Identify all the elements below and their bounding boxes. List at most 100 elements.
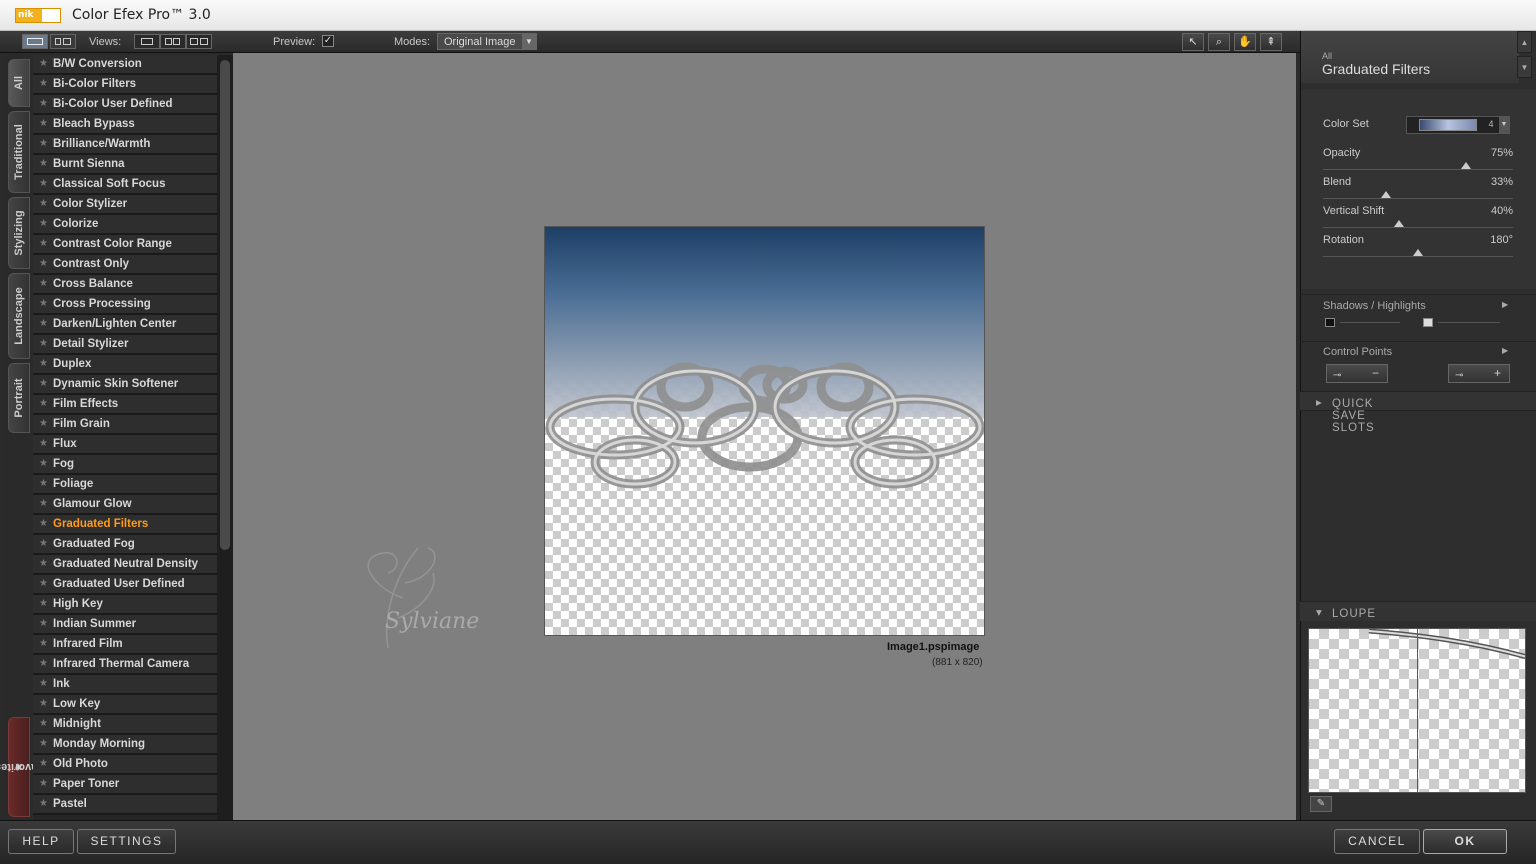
filter-item[interactable]: ★ Infrared Film <box>33 635 217 655</box>
favorite-star-icon[interactable]: ★ <box>39 515 48 533</box>
blend-slider[interactable] <box>1323 191 1513 199</box>
pointer-tool-icon[interactable]: ↖ <box>1182 33 1204 51</box>
tab-favorites[interactable]: ★ Favorites <box>0 717 43 817</box>
filter-item[interactable]: ★ Fog <box>33 455 217 475</box>
filter-item[interactable]: ★ B/W Conversion <box>33 55 217 75</box>
favorite-star-icon[interactable]: ★ <box>39 475 48 493</box>
slider-handle[interactable] <box>1380 191 1391 198</box>
add-control-point-button[interactable]: ⊸ + <box>1448 364 1510 383</box>
preview-checkbox[interactable]: ✓ <box>322 35 334 47</box>
filter-item[interactable]: ★ Ink <box>33 675 217 695</box>
favorite-star-icon[interactable]: ★ <box>39 335 48 353</box>
filter-item[interactable]: ★ Graduated Neutral Density <box>33 555 217 575</box>
tab-traditional[interactable]: Traditional <box>8 111 30 193</box>
filter-item[interactable]: ★ Burnt Sienna <box>33 155 217 175</box>
filter-item[interactable]: ★ Darken/Lighten Center <box>33 315 217 335</box>
filter-item[interactable]: ★ Flux <box>33 435 217 455</box>
favorite-star-icon[interactable]: ★ <box>39 715 48 733</box>
favorite-star-icon[interactable]: ★ <box>39 315 48 333</box>
slider-handle[interactable] <box>1394 220 1404 227</box>
favorite-star-icon[interactable]: ★ <box>39 255 48 273</box>
scrollbar-thumb[interactable] <box>220 60 230 550</box>
filter-item[interactable]: ★ Midnight <box>33 715 217 735</box>
filter-item[interactable]: ★ Bi-Color Filters <box>33 75 217 95</box>
expand-arrow-icon[interactable]: ▶ <box>1502 346 1508 355</box>
filter-item[interactable]: ★ Dynamic Skin Softener <box>33 375 217 395</box>
filter-item[interactable]: ★ Film Effects <box>33 395 217 415</box>
panel-collapse-up-icon[interactable]: ▲ <box>1517 31 1532 53</box>
filter-item[interactable]: ★ Foliage <box>33 475 217 495</box>
filter-list-scrollbar[interactable] <box>217 55 233 820</box>
color-set-select[interactable]: 4 ▼ <box>1406 116 1510 134</box>
filter-item[interactable]: ★ Monday Morning <box>33 735 217 755</box>
filter-item[interactable]: ★ Low Key <box>33 695 217 715</box>
favorite-star-icon[interactable]: ★ <box>39 75 48 93</box>
list-view-icon[interactable] <box>50 34 76 49</box>
favorite-star-icon[interactable]: ★ <box>39 55 48 73</box>
favorite-star-icon[interactable]: ★ <box>39 655 48 673</box>
favorite-star-icon[interactable]: ★ <box>39 175 48 193</box>
modes-select[interactable]: Original Image ▼ <box>437 33 537 50</box>
highlights-slider[interactable] <box>1438 322 1500 323</box>
settings-button[interactable]: SETTINGS <box>77 829 176 854</box>
filter-item[interactable]: ★ Detail Stylizer <box>33 335 217 355</box>
view-side-by-side-button[interactable] <box>186 34 212 49</box>
favorite-star-icon[interactable]: ★ <box>39 615 48 633</box>
slider-handle[interactable] <box>1413 249 1423 256</box>
favorite-star-icon[interactable]: ★ <box>39 695 48 713</box>
ok-button[interactable]: OK <box>1423 829 1507 854</box>
shadows-slider[interactable] <box>1340 322 1400 323</box>
favorite-star-icon[interactable]: ★ <box>39 555 48 573</box>
favorite-star-icon[interactable]: ★ <box>39 355 48 373</box>
filter-item[interactable]: ★ Infrared Thermal Camera <box>33 655 217 675</box>
pin-loupe-icon[interactable]: ✎ <box>1310 796 1332 812</box>
filter-item[interactable]: ★ Duplex <box>33 355 217 375</box>
favorite-star-icon[interactable]: ★ <box>39 295 48 313</box>
favorite-star-icon[interactable]: ★ <box>39 375 48 393</box>
help-button[interactable]: HELP <box>8 829 74 854</box>
loupe-header[interactable]: ▾ LOUPE <box>1300 601 1536 621</box>
filter-item[interactable]: ★ Cross Processing <box>33 295 217 315</box>
favorite-star-icon[interactable]: ★ <box>39 215 48 233</box>
filter-item[interactable]: ★ Contrast Color Range <box>33 235 217 255</box>
filter-item[interactable]: ★ Bleach Bypass <box>33 115 217 135</box>
favorite-star-icon[interactable]: ★ <box>39 495 48 513</box>
tab-all[interactable]: All <box>8 59 30 107</box>
filter-item[interactable]: ★ Paper Toner <box>33 775 217 795</box>
filter-item[interactable]: ★ Brilliance/Warmth <box>33 135 217 155</box>
filter-item[interactable]: ★ Graduated Filters <box>33 515 217 535</box>
favorite-star-icon[interactable]: ★ <box>39 155 48 173</box>
filter-item[interactable]: ★ Pastel <box>33 795 217 815</box>
hand-tool-icon[interactable]: ✋ <box>1234 33 1256 51</box>
tab-stylizing[interactable]: Stylizing <box>8 197 30 269</box>
filter-item[interactable]: ★ Color Stylizer <box>33 195 217 215</box>
preview-canvas[interactable]: Image1.pspimage (881 x 820) Sylviane <box>233 53 1296 820</box>
favorite-star-icon[interactable]: ★ <box>39 235 48 253</box>
view-split-button[interactable] <box>160 34 186 49</box>
favorite-star-icon[interactable]: ★ <box>39 195 48 213</box>
favorite-star-icon[interactable]: ★ <box>39 415 48 433</box>
tab-portrait[interactable]: Portrait <box>8 363 30 433</box>
filter-item[interactable]: ★ Bi-Color User Defined <box>33 95 217 115</box>
tab-landscape[interactable]: Landscape <box>8 273 30 359</box>
slider-handle[interactable] <box>1460 162 1471 169</box>
favorite-star-icon[interactable]: ★ <box>39 575 48 593</box>
opacity-slider[interactable] <box>1323 162 1513 170</box>
favorite-star-icon[interactable]: ★ <box>39 755 48 773</box>
favorite-star-icon[interactable]: ★ <box>39 395 48 413</box>
favorite-star-icon[interactable]: ★ <box>39 275 48 293</box>
filter-item[interactable]: ★ High Key <box>33 595 217 615</box>
filter-item[interactable]: ★ Glamour Glow <box>33 495 217 515</box>
favorite-star-icon[interactable]: ★ <box>39 135 48 153</box>
expand-arrow-icon[interactable]: ▶ <box>1502 300 1508 309</box>
favorite-star-icon[interactable]: ★ <box>39 735 48 753</box>
single-view-icon[interactable] <box>22 34 48 49</box>
filter-item[interactable]: ★ Cross Balance <box>33 275 217 295</box>
cancel-button[interactable]: CANCEL <box>1334 829 1420 854</box>
favorite-star-icon[interactable]: ★ <box>39 455 48 473</box>
filter-item[interactable]: ★ Indian Summer <box>33 615 217 635</box>
filter-item[interactable]: ★ Colorize <box>33 215 217 235</box>
quick-save-slots-header[interactable]: ▸ QUICK SAVE SLOTS <box>1300 391 1536 434</box>
rotation-slider[interactable] <box>1323 249 1513 257</box>
loupe-view[interactable] <box>1308 628 1526 793</box>
